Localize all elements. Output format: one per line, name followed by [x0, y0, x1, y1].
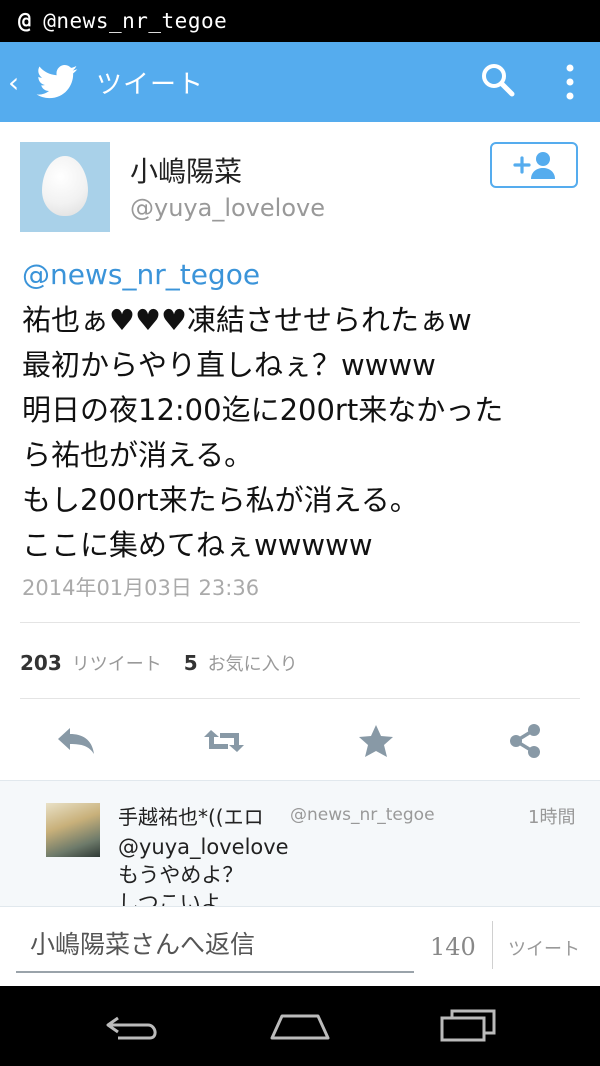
- retweet-count-label[interactable]: リツイート: [72, 650, 162, 676]
- reply-text-line: もうやめよ？: [118, 863, 244, 887]
- character-counter: 140: [430, 933, 476, 961]
- back-chevron-icon[interactable]: ‹: [8, 66, 28, 99]
- tweet-text-line: ここに集めてねぇwwwww: [22, 528, 373, 562]
- reply-author-handle: @news_nr_tegoe: [290, 805, 435, 825]
- divider: [20, 622, 580, 623]
- follow-button[interactable]: [490, 142, 578, 188]
- reply-author-name: 手越祐也*((エロ: [118, 805, 264, 829]
- favorite-count[interactable]: 5: [184, 651, 198, 675]
- reply-text-line: しつこいよ: [118, 891, 222, 907]
- divider: [20, 698, 580, 699]
- reply-avatar[interactable]: [46, 803, 100, 857]
- status-bar-handle: @news_nr_tegoe: [43, 9, 228, 33]
- tweet-author-username[interactable]: @yuya_lovelove: [130, 194, 325, 222]
- egg-avatar-icon: [42, 156, 88, 216]
- tweet-stats: 203 リツイート 5 お気に入り: [20, 650, 298, 676]
- nav-back-icon[interactable]: [104, 1008, 162, 1044]
- status-bar: @ @news_nr_tegoe: [0, 0, 600, 42]
- tweet-text-line: もし200rt来たら私が消える。: [22, 483, 419, 517]
- nav-home-icon[interactable]: [268, 1008, 332, 1044]
- divider: [492, 921, 493, 969]
- avatar[interactable]: [20, 142, 110, 232]
- reply-icon[interactable]: [54, 722, 98, 760]
- more-vert-icon[interactable]: [560, 62, 580, 102]
- tweet-action-bar: [0, 710, 600, 770]
- retweet-count[interactable]: 203: [20, 651, 62, 675]
- reply-time: 1時間: [528, 807, 576, 828]
- reply-text-line: @yuya_lovelove: [118, 835, 289, 859]
- twitter-bird-icon[interactable]: [36, 65, 78, 99]
- at-notification-icon: @: [18, 8, 32, 34]
- reply-tweet[interactable]: 手越祐也*((エロ @news_nr_tegoe 1時間 @yuya_lovel…: [0, 780, 600, 907]
- tweet-text-line: ら祐也が消える。: [22, 438, 254, 472]
- tweet-author-name[interactable]: 小嶋陽菜: [130, 150, 242, 190]
- nav-recents-icon[interactable]: [438, 1008, 498, 1044]
- tweet-text-line: 最初からやり直しねぇ？wwww: [22, 348, 436, 382]
- reply-text: @yuya_lovelove もうやめよ？ しつこいよ: [118, 833, 289, 907]
- favorite-star-icon[interactable]: [354, 722, 398, 760]
- reply-input[interactable]: [16, 917, 414, 973]
- tweet-text: 祐也ぁ♥♥♥凍結させせられたぁw 最初からやり直しねぇ？wwww 明日の夜12:…: [22, 298, 582, 568]
- tweet-text-line: 明日の夜12:00迄に200rt来なかった: [22, 393, 504, 427]
- retweet-icon[interactable]: [202, 722, 246, 760]
- search-icon[interactable]: [478, 60, 518, 100]
- tweet-text-line: 祐也ぁ♥♥♥凍結させせられたぁw: [22, 303, 472, 337]
- tweet-mention-link[interactable]: @news_nr_tegoe: [22, 258, 260, 291]
- page-title: ツイート: [96, 69, 205, 100]
- app-bar: ‹ ツイート: [0, 42, 600, 122]
- tweet-timestamp: 2014年01月03日 23:36: [22, 576, 260, 600]
- favorite-count-label[interactable]: お気に入り: [208, 650, 298, 676]
- reply-composer: 140 ツイート: [0, 906, 600, 987]
- system-nav-bar: [0, 986, 600, 1066]
- add-user-icon: [513, 152, 555, 179]
- share-icon[interactable]: [504, 722, 548, 760]
- tweet-button[interactable]: ツイート: [508, 935, 580, 961]
